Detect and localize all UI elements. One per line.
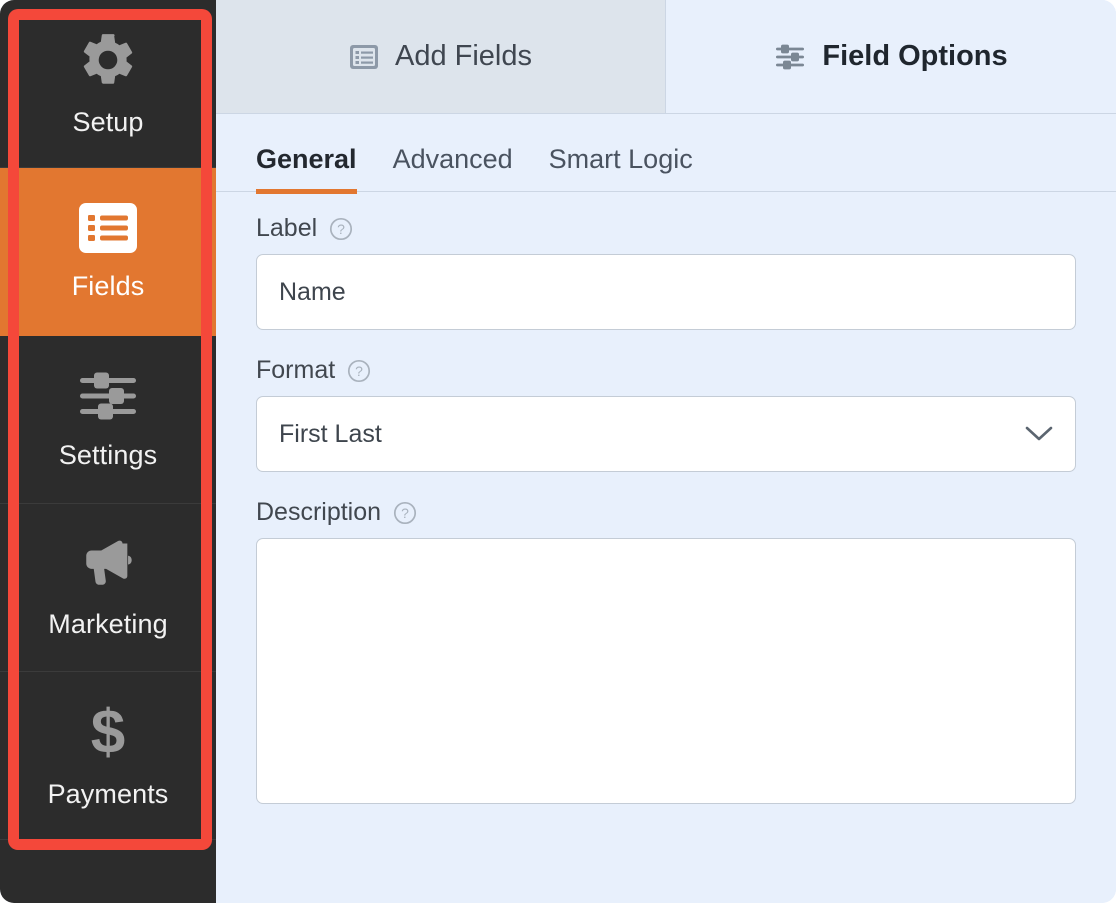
- sub-tab-label: Advanced: [392, 144, 513, 174]
- tab-add-fields[interactable]: Add Fields: [216, 0, 666, 113]
- svg-text:?: ?: [355, 363, 363, 379]
- sidebar-item-payments[interactable]: $ Payments: [0, 672, 216, 840]
- list-panel-icon: [349, 44, 379, 70]
- sidebar-item-label: Settings: [58, 440, 158, 470]
- help-icon[interactable]: ?: [329, 217, 353, 241]
- sub-tab-label: General: [256, 144, 357, 174]
- svg-text:$: $: [91, 701, 125, 763]
- description-textarea[interactable]: [256, 538, 1076, 804]
- list-icon: [77, 201, 139, 255]
- right-panel: Add Fields Field Options General Advance…: [216, 0, 1116, 903]
- format-select-value: First Last: [279, 419, 382, 448]
- sidebar-item-fields[interactable]: Fields: [0, 168, 216, 336]
- panel-top-tabs: Add Fields Field Options: [216, 0, 1116, 114]
- field-options-sub-tabs: General Advanced Smart Logic: [216, 114, 1116, 194]
- sidebar-item-label: Setup: [72, 107, 144, 137]
- sub-tab-smart-logic[interactable]: Smart Logic: [549, 144, 693, 194]
- tab-field-options[interactable]: Field Options: [666, 0, 1116, 113]
- tab-label: Add Fields: [394, 40, 532, 72]
- label-field-header: Label ?: [256, 214, 1076, 243]
- label-field-label: Label: [256, 214, 318, 242]
- sub-tab-label: Smart Logic: [548, 144, 693, 174]
- sliders-icon: [774, 43, 806, 71]
- format-field-header: Format ?: [256, 356, 1076, 385]
- gear-icon: [77, 29, 139, 91]
- sidebar-item-label: Marketing: [48, 609, 168, 639]
- label-field-block: Label ?: [256, 214, 1076, 330]
- help-icon[interactable]: ?: [393, 501, 417, 525]
- svg-text:?: ?: [337, 221, 345, 237]
- description-field-block: Description ?: [256, 498, 1076, 809]
- help-icon[interactable]: ?: [347, 359, 371, 383]
- sidebar-item-label: Payments: [47, 779, 169, 809]
- field-options-form: Label ? Format: [216, 192, 1116, 903]
- format-field-label: Format: [256, 356, 336, 384]
- description-field-header: Description ?: [256, 498, 1076, 527]
- sidebar-item-label: Fields: [71, 271, 145, 301]
- format-select-wrap: First Last: [256, 396, 1076, 472]
- svg-text:?: ?: [401, 505, 409, 521]
- label-input[interactable]: [256, 254, 1076, 330]
- form-builder-window: Setup Fields Settings Marketing $ Paymen…: [0, 0, 1116, 903]
- sliders-icon: [76, 368, 140, 424]
- megaphone-icon: [75, 535, 141, 593]
- format-field-block: Format ? First Last: [256, 356, 1076, 472]
- app-root: Setup Fields Settings Marketing $ Paymen…: [0, 0, 1116, 903]
- tab-label: Field Options: [822, 40, 1008, 72]
- format-select[interactable]: First Last: [256, 396, 1076, 472]
- dollar-icon: $: [85, 698, 131, 767]
- description-field-label: Description: [256, 498, 382, 526]
- sub-tab-advanced[interactable]: Advanced: [393, 144, 513, 194]
- sidebar-item-settings[interactable]: Settings: [0, 336, 216, 504]
- sidebar-item-setup[interactable]: Setup: [0, 0, 216, 168]
- sidebar: Setup Fields Settings Marketing $ Paymen…: [0, 0, 216, 903]
- sidebar-item-marketing[interactable]: Marketing: [0, 504, 216, 672]
- sub-tab-general[interactable]: General: [256, 144, 357, 194]
